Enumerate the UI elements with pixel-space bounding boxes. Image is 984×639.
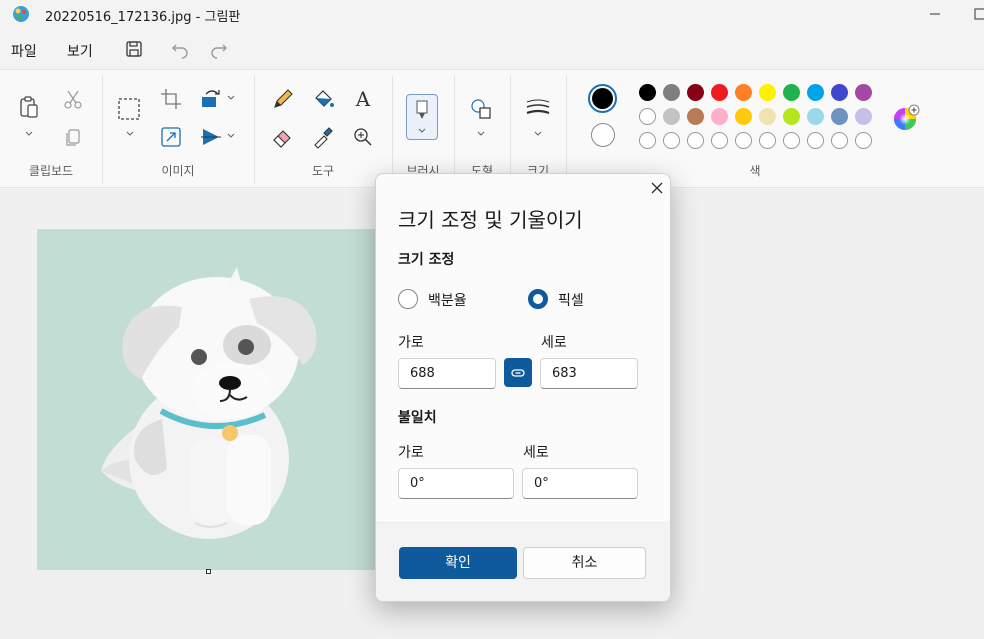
chevron-down-icon: [418, 128, 426, 133]
cancel-button[interactable]: 취소: [523, 547, 646, 579]
palette-color[interactable]: [783, 108, 800, 125]
palette-color[interactable]: [759, 84, 776, 101]
puppy-illustration: [101, 267, 317, 539]
paint-app-icon: [13, 6, 29, 22]
chevron-down-icon[interactable]: [226, 94, 236, 102]
close-icon[interactable]: [650, 181, 664, 195]
resize-handle[interactable]: [206, 569, 211, 574]
paste-icon[interactable]: [16, 94, 42, 120]
skew-horizontal-label: 가로: [398, 445, 424, 461]
palette-color[interactable]: [807, 108, 824, 125]
minimize-icon[interactable]: [928, 6, 944, 22]
chevron-down-icon[interactable]: [476, 130, 486, 138]
palette-custom-slot[interactable]: [831, 132, 848, 149]
resize-skew-dialog: 크기 조정 및 기울이기 크기 조정 백분율 픽셀 가로 세로 688 683 …: [375, 173, 671, 602]
brush-button[interactable]: [406, 94, 438, 140]
color-picker-icon[interactable]: [310, 124, 336, 150]
copy-icon[interactable]: [60, 124, 86, 150]
palette-custom-slot[interactable]: [759, 132, 776, 149]
palette-color[interactable]: [711, 84, 728, 101]
palette-color[interactable]: [687, 84, 704, 101]
group-label-clipboard: 클립보드: [28, 164, 74, 178]
dialog-title: 크기 조정 및 기울이기: [398, 208, 583, 232]
rotate-icon[interactable]: [198, 86, 224, 112]
palette-color[interactable]: [639, 84, 656, 101]
title-bar: 20220516_172136.jpg - 그림판: [0, 0, 984, 30]
chevron-down-icon[interactable]: [24, 130, 34, 138]
group-label-tools: 도구: [311, 164, 335, 178]
crop-icon[interactable]: [158, 86, 184, 112]
palette-custom-slot[interactable]: [807, 132, 824, 149]
palette-color[interactable]: [831, 84, 848, 101]
ribbon: 클립보드 이미지 A 도구 브러시 도형 크기 색: [0, 69, 984, 188]
resize-heading: 크기 조정: [398, 252, 455, 268]
save-icon[interactable]: [123, 38, 145, 60]
palette-color[interactable]: [711, 108, 728, 125]
cut-icon[interactable]: [60, 86, 86, 112]
palette-color[interactable]: [759, 108, 776, 125]
maximize-icon[interactable]: [970, 6, 984, 22]
resize-vertical-label: 세로: [541, 335, 567, 351]
flip-icon[interactable]: [198, 124, 224, 150]
palette-custom-slot[interactable]: [639, 132, 656, 149]
palette-color[interactable]: [735, 84, 752, 101]
palette-color[interactable]: [663, 108, 680, 125]
radio-percent-label: 백분율: [428, 293, 467, 309]
edit-colors-icon[interactable]: [892, 104, 922, 134]
chevron-down-icon[interactable]: [125, 130, 135, 138]
aspect-ratio-lock-button[interactable]: [504, 358, 532, 387]
palette-custom-slot[interactable]: [783, 132, 800, 149]
skew-heading: 불일치: [398, 410, 437, 426]
redo-icon[interactable]: [208, 38, 230, 60]
text-icon[interactable]: A: [350, 86, 376, 112]
window-title: 20220516_172136.jpg - 그림판: [45, 10, 241, 25]
palette-custom-slot[interactable]: [687, 132, 704, 149]
palette-custom-slot[interactable]: [855, 132, 872, 149]
height-input[interactable]: 683: [540, 358, 638, 389]
stroke-size-icon[interactable]: [525, 96, 551, 122]
palette-custom-slot[interactable]: [711, 132, 728, 149]
group-label-image: 이미지: [161, 164, 195, 178]
link-icon: [511, 368, 525, 377]
palette-custom-slot[interactable]: [735, 132, 752, 149]
undo-icon[interactable]: [169, 38, 191, 60]
palette-color[interactable]: [855, 84, 872, 101]
radio-percent[interactable]: [398, 289, 418, 309]
menu-view[interactable]: 보기: [67, 41, 93, 61]
canvas-image[interactable]: [37, 229, 387, 570]
radio-pixel[interactable]: [528, 289, 548, 309]
eraser-icon[interactable]: [270, 124, 296, 150]
palette-color[interactable]: [639, 108, 656, 125]
color2-swatch[interactable]: [591, 123, 615, 147]
pencil-icon[interactable]: [270, 86, 296, 112]
palette-color[interactable]: [735, 108, 752, 125]
magnifier-icon[interactable]: [350, 124, 376, 150]
radio-pixel-label: 픽셀: [558, 293, 584, 309]
width-input[interactable]: 688: [398, 358, 496, 389]
skew-vertical-input[interactable]: 0°: [522, 468, 638, 499]
palette-color[interactable]: [687, 108, 704, 125]
palette-color[interactable]: [663, 84, 680, 101]
skew-horizontal-input[interactable]: 0°: [398, 468, 514, 499]
fill-icon[interactable]: [310, 86, 336, 112]
resize-icon[interactable]: [158, 124, 184, 150]
ok-button[interactable]: 확인: [399, 547, 517, 579]
palette-color[interactable]: [855, 108, 872, 125]
palette-custom-slot[interactable]: [663, 132, 680, 149]
chevron-down-icon[interactable]: [533, 130, 543, 138]
menu-file[interactable]: 파일: [11, 41, 37, 61]
chevron-down-icon[interactable]: [226, 132, 236, 140]
skew-vertical-label: 세로: [523, 445, 549, 461]
color1-swatch: [592, 88, 613, 109]
dialog-footer: 확인 취소: [376, 522, 670, 601]
palette-color[interactable]: [807, 84, 824, 101]
palette-color[interactable]: [783, 84, 800, 101]
resize-horizontal-label: 가로: [398, 335, 424, 351]
select-icon[interactable]: [116, 96, 142, 122]
brush-icon: [416, 100, 428, 119]
shapes-icon[interactable]: [468, 96, 494, 122]
palette-color[interactable]: [831, 108, 848, 125]
menu-bar: 파일 보기: [0, 30, 984, 68]
color1-ring[interactable]: [588, 84, 617, 113]
